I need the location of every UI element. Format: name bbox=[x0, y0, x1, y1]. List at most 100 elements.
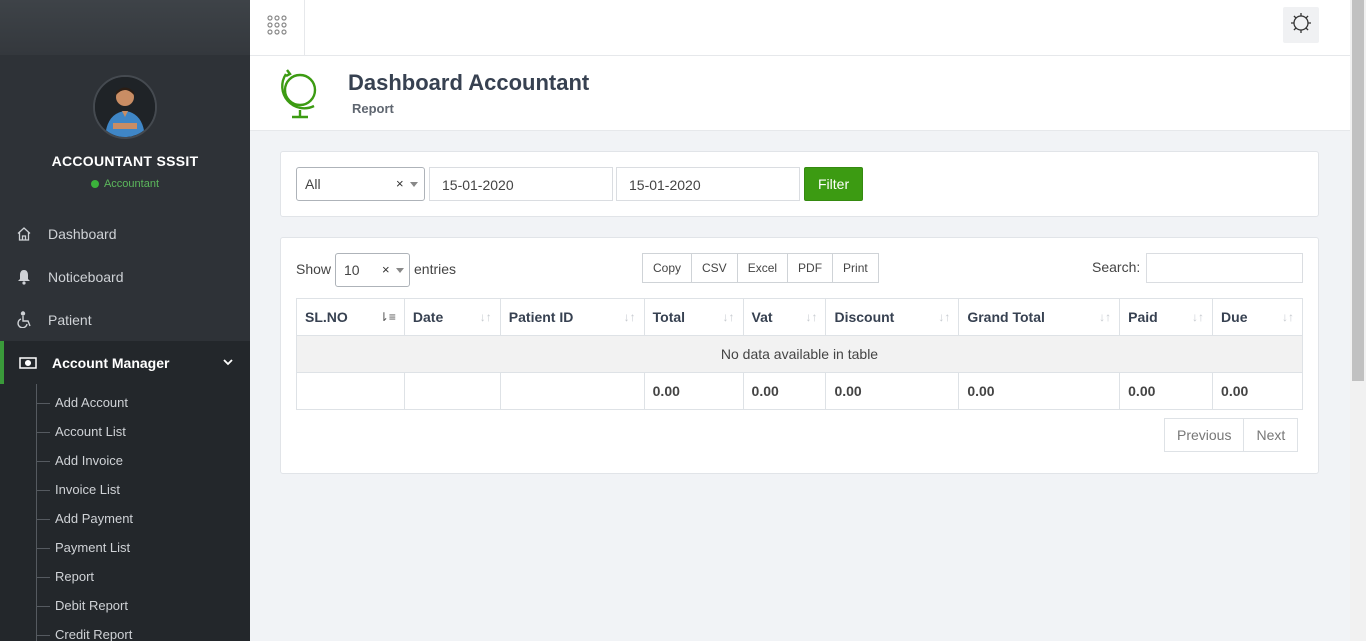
page-length-select[interactable]: 10 × bbox=[335, 253, 410, 287]
column-header-grand-total[interactable]: Grand Total ↓↑ bbox=[958, 298, 1121, 336]
column-header-patient-id[interactable]: Patient ID ↓↑ bbox=[499, 298, 645, 336]
column-header-paid[interactable]: Paid ↓↑ bbox=[1119, 298, 1214, 336]
sidebar-item-noticeboard[interactable]: Noticeboard bbox=[0, 255, 250, 298]
footer-cell bbox=[403, 372, 501, 410]
footer-vat: 0.00 bbox=[742, 372, 827, 410]
footer-cell bbox=[296, 372, 405, 410]
user-role-label: Accountant bbox=[103, 178, 160, 190]
previous-page-button[interactable]: Previous bbox=[1164, 418, 1245, 452]
submenu-tick bbox=[36, 432, 50, 433]
report-table: SL.NO ⇂≡ Date ↓↑ Patient ID ↓↑ Total ↓↑ Vat ↓… bbox=[296, 298, 1303, 410]
account-type-select[interactable]: All × bbox=[296, 167, 425, 201]
filter-button[interactable]: Filter bbox=[804, 167, 864, 201]
column-header-due[interactable]: Due ↓↑ bbox=[1212, 298, 1303, 336]
scrollbar-thumb[interactable] bbox=[1352, 0, 1364, 381]
clear-length-icon[interactable]: × bbox=[382, 262, 390, 277]
filter-panel: All × 15-01-2020 15-01-2020 Filter bbox=[280, 151, 1319, 217]
pagination: Previous Next bbox=[1164, 418, 1299, 452]
sidebar-header bbox=[0, 0, 250, 55]
sidebar-item-dashboard[interactable]: Dashboard bbox=[0, 212, 250, 255]
column-label: SL.NO bbox=[305, 309, 348, 325]
footer-due: 0.00 bbox=[1212, 372, 1303, 410]
entries-label: entries bbox=[414, 261, 457, 277]
dropdown-caret-icon bbox=[410, 182, 418, 187]
submenu-item-add-account[interactable]: Add Account bbox=[55, 395, 128, 410]
footer-grand-total: 0.00 bbox=[958, 372, 1121, 410]
column-label: Due bbox=[1221, 309, 1248, 325]
search-label: Search: bbox=[1092, 259, 1141, 275]
column-label: Discount bbox=[834, 309, 895, 325]
submenu-item-debit-report[interactable]: Debit Report bbox=[55, 598, 128, 613]
next-page-button[interactable]: Next bbox=[1243, 418, 1299, 452]
submenu-tick bbox=[36, 548, 50, 549]
top-bar bbox=[250, 0, 1350, 56]
column-label: Total bbox=[652, 309, 686, 325]
money-bill-icon bbox=[18, 354, 38, 372]
footer-paid: 0.00 bbox=[1119, 372, 1214, 410]
apps-grid-button[interactable] bbox=[250, 0, 305, 55]
clear-selection-icon[interactable]: × bbox=[396, 176, 404, 191]
sidebar-item-label: Dashboard bbox=[48, 225, 117, 242]
submenu-item-add-payment[interactable]: Add Payment bbox=[55, 511, 133, 526]
submenu-tick bbox=[36, 461, 50, 462]
submenu-tick bbox=[36, 403, 50, 404]
gear-icon bbox=[1289, 11, 1313, 40]
footer-cell bbox=[499, 372, 645, 410]
column-header-total[interactable]: Total ↓↑ bbox=[643, 298, 744, 336]
column-header-discount[interactable]: Discount ↓↑ bbox=[825, 298, 960, 336]
print-button[interactable]: Print bbox=[832, 253, 879, 283]
page-length-value: 10 bbox=[344, 262, 360, 278]
table-header-row: SL.NO ⇂≡ Date ↓↑ Patient ID ↓↑ Total ↓↑ Vat ↓… bbox=[296, 298, 1303, 336]
column-label: Paid bbox=[1128, 309, 1158, 325]
page-title: Dashboard Accountant bbox=[348, 70, 590, 95]
page-subtitle: Report bbox=[352, 101, 394, 116]
submenu-item-payment-list[interactable]: Payment List bbox=[55, 540, 130, 555]
table-footer-row: 0.00 0.00 0.00 0.00 0.00 0.00 bbox=[296, 372, 1303, 410]
pdf-button[interactable]: PDF bbox=[787, 253, 834, 283]
submenu-item-account-list[interactable]: Account List bbox=[55, 424, 126, 439]
globe-icon bbox=[278, 66, 324, 125]
page-header: Dashboard Accountant Report bbox=[250, 56, 1350, 131]
submenu-tick bbox=[36, 606, 50, 607]
submenu-item-invoice-list[interactable]: Invoice List bbox=[55, 482, 120, 497]
user-role: Accountant bbox=[0, 178, 250, 190]
sort-asc-icon: ⇂≡ bbox=[378, 310, 396, 324]
account-type-value: All bbox=[305, 176, 321, 192]
date-to-input[interactable]: 15-01-2020 bbox=[616, 167, 800, 201]
submenu-item-report[interactable]: Report bbox=[55, 569, 94, 584]
sort-icon: ↓↑ bbox=[1282, 310, 1294, 324]
dropdown-caret-icon bbox=[396, 268, 404, 273]
column-header-vat[interactable]: Vat ↓↑ bbox=[742, 298, 827, 336]
settings-button[interactable] bbox=[1283, 7, 1319, 43]
date-from-input[interactable]: 15-01-2020 bbox=[429, 167, 613, 201]
search-input[interactable] bbox=[1146, 253, 1303, 283]
page-scrollbar[interactable] bbox=[1350, 0, 1366, 641]
chevron-down-icon bbox=[222, 355, 234, 371]
column-label: Vat bbox=[751, 309, 773, 325]
table-row: No data available in table bbox=[296, 335, 1303, 373]
column-header-date[interactable]: Date ↓↑ bbox=[403, 298, 501, 336]
sort-icon: ↓↑ bbox=[938, 310, 951, 324]
sort-icon: ↓↑ bbox=[805, 310, 818, 324]
csv-button[interactable]: CSV bbox=[691, 253, 738, 283]
submenu-tree-line bbox=[36, 384, 37, 641]
sidebar-item-patient[interactable]: Patient bbox=[0, 298, 250, 341]
sidebar-item-label: Patient bbox=[48, 311, 92, 328]
apps-grid-icon bbox=[267, 15, 287, 40]
column-header-sl-no[interactable]: SL.NO ⇂≡ bbox=[296, 298, 405, 336]
submenu-item-add-invoice[interactable]: Add Invoice bbox=[55, 453, 123, 468]
submenu-item-credit-report[interactable]: Credit Report bbox=[55, 627, 132, 641]
report-table-panel: Show 10 × entries Copy CSV Excel PDF Pri… bbox=[280, 237, 1319, 474]
sort-icon: ↓↑ bbox=[722, 310, 735, 324]
sidebar-item-account-manager[interactable]: Account Manager bbox=[0, 341, 250, 384]
sort-icon: ↓↑ bbox=[623, 310, 636, 324]
excel-button[interactable]: Excel bbox=[736, 253, 789, 283]
column-label: Patient ID bbox=[508, 309, 574, 325]
column-label: Date bbox=[412, 309, 444, 325]
home-icon bbox=[14, 225, 34, 243]
avatar[interactable] bbox=[93, 75, 157, 139]
copy-button[interactable]: Copy bbox=[642, 253, 693, 283]
show-label: Show bbox=[296, 261, 332, 277]
sidebar-item-label: Account Manager bbox=[52, 354, 170, 371]
sort-icon: ↓↑ bbox=[1099, 310, 1112, 324]
